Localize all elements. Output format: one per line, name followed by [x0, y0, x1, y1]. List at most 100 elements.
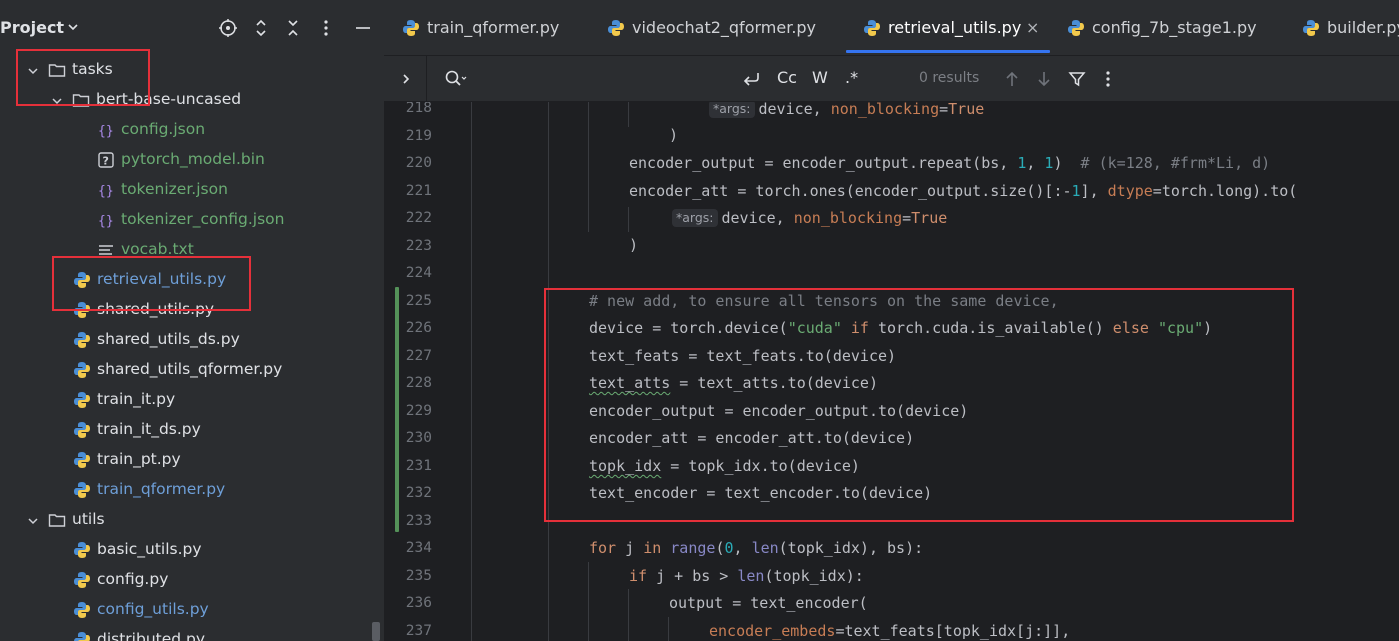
json-file-icon: {}	[97, 211, 115, 229]
indent-guide	[471, 102, 472, 641]
tree-item[interactable]: train_it.py	[0, 385, 372, 415]
line-number: 219	[405, 127, 432, 144]
editor-tab-bar: train_qformer.py videochat2_qformer.py r…	[384, 0, 1399, 56]
hide-panel-icon[interactable]	[353, 17, 373, 39]
python-file-icon	[73, 331, 91, 349]
line-number: 230	[405, 430, 432, 446]
locate-icon[interactable]	[218, 17, 238, 39]
tab-label: config_7b_stage1.py	[1092, 18, 1257, 37]
tree-item[interactable]: train_qformer.py	[0, 475, 372, 505]
tree-item-label: shared_utils_qformer.py	[97, 360, 283, 378]
tree-item[interactable]: distributed.py	[0, 625, 372, 641]
tree-item[interactable]: train_it_ds.py	[0, 415, 372, 445]
indent-guide	[668, 617, 669, 641]
python-file-icon	[73, 451, 91, 469]
tree-item[interactable]: config_utils.py	[0, 595, 372, 625]
svg-text:{}: {}	[98, 184, 114, 199]
svg-text:{}: {}	[98, 214, 114, 229]
line-number: 236	[405, 595, 432, 611]
tab-label: retrieval_utils.py	[888, 18, 1022, 37]
more-options-icon[interactable]	[1097, 68, 1119, 90]
newline-icon[interactable]	[740, 68, 762, 90]
indent-guide	[628, 102, 629, 127]
line-number: 226	[405, 320, 432, 336]
python-file-icon	[73, 361, 91, 379]
tree-item[interactable]: {} config.json	[0, 115, 372, 145]
line-number: 232	[405, 485, 432, 501]
find-input[interactable]	[474, 66, 724, 92]
tree-item-label: train_it.py	[97, 390, 176, 408]
indent-guide	[628, 589, 629, 641]
tree-item[interactable]: shared_utils_qformer.py	[0, 355, 372, 385]
line-number: 234	[405, 540, 432, 556]
chevron-down-icon[interactable]	[66, 20, 80, 34]
python-file-icon	[1068, 20, 1084, 36]
code-line-237: encoder_embeds=text_feats[topk_idx[j:]],	[709, 622, 1071, 640]
match-case-toggle[interactable]: Cc	[777, 68, 797, 90]
tree-item[interactable]: {} tokenizer.json	[0, 175, 372, 205]
tree-item-label: config.py	[97, 570, 169, 588]
line-number: 220	[405, 155, 432, 171]
expand-all-icon[interactable]	[251, 17, 271, 39]
close-tab-icon[interactable]: ×	[1026, 18, 1039, 37]
indent-guide	[628, 207, 629, 232]
code-line-219: )	[669, 126, 679, 144]
svg-text:{}: {}	[98, 124, 114, 139]
regex-toggle[interactable]: .*	[845, 68, 858, 90]
arrow-up-icon[interactable]	[1001, 68, 1023, 90]
code-line-220: encoder_output = encoder_output.repeat(b…	[629, 154, 1271, 172]
search-icon[interactable]	[444, 69, 468, 89]
line-number: 237	[405, 622, 432, 639]
annotation-box-tasks	[16, 49, 150, 106]
tree-item-label: config_utils.py	[97, 600, 209, 618]
tree-item-label: config.json	[121, 120, 206, 138]
find-results-count: 0 results	[919, 70, 980, 86]
tree-item[interactable]: shared_utils_ds.py	[0, 325, 372, 355]
line-number: 235	[405, 567, 432, 584]
tree-item[interactable]: {} tokenizer_config.json	[0, 205, 372, 235]
tree-item[interactable]: config.py	[0, 565, 372, 595]
chevron-right-icon[interactable]	[398, 70, 414, 88]
vcs-change-marker[interactable]	[395, 287, 399, 532]
parameter-hint: *args:	[709, 102, 755, 118]
line-number: 231	[405, 457, 432, 474]
line-number: 223	[405, 237, 432, 254]
code-line-222: *args: device, non_blocking=True	[672, 209, 947, 227]
tree-item-label: tokenizer_config.json	[121, 210, 285, 228]
code-line-234: for j in range(0, len(topk_idx), bs):	[589, 539, 924, 557]
code-line-221: encoder_att = torch.ones(encoder_output.…	[629, 182, 1298, 200]
tree-item-label: train_it_ds.py	[97, 420, 201, 438]
python-file-icon	[73, 421, 91, 439]
chevron-down-icon[interactable]	[26, 513, 40, 527]
tree-item[interactable]: utils	[0, 505, 372, 535]
tree-item-label: distributed.py	[97, 630, 206, 641]
annotation-box-code	[544, 288, 1294, 522]
filter-icon[interactable]	[1066, 68, 1088, 90]
tree-item-label: pytorch_model.bin	[121, 150, 265, 168]
line-number: 225	[405, 292, 432, 309]
tree-item[interactable]: basic_utils.py	[0, 535, 372, 565]
python-file-icon	[73, 631, 91, 641]
tree-item-label: shared_utils_ds.py	[97, 330, 240, 348]
python-file-icon	[864, 20, 880, 36]
tab-label: videochat2_qformer.py	[632, 18, 817, 37]
indent-guide	[588, 562, 589, 641]
tree-item[interactable]: ? pytorch_model.bin	[0, 145, 372, 175]
python-file-icon	[73, 391, 91, 409]
json-file-icon: {}	[97, 121, 115, 139]
tree-item-label: basic_utils.py	[97, 540, 202, 558]
tab-label: builder.py	[1327, 18, 1399, 37]
whole-words-toggle[interactable]: W	[812, 68, 828, 90]
collapse-all-icon[interactable]	[283, 17, 303, 39]
tree-item[interactable]: train_pt.py	[0, 445, 372, 475]
code-line-223: )	[629, 236, 639, 254]
tree-item-label: utils	[72, 510, 105, 528]
line-number: 228	[405, 375, 432, 391]
project-title[interactable]: Project	[0, 18, 64, 37]
more-options-icon[interactable]	[316, 17, 336, 39]
tree-scrollbar[interactable]	[372, 622, 380, 641]
parameter-hint: *args:	[672, 209, 718, 227]
arrow-down-icon[interactable]	[1033, 68, 1055, 90]
annotation-box-retrieval-utils	[52, 256, 251, 311]
code-line-236: output = text_encoder(	[669, 594, 868, 612]
